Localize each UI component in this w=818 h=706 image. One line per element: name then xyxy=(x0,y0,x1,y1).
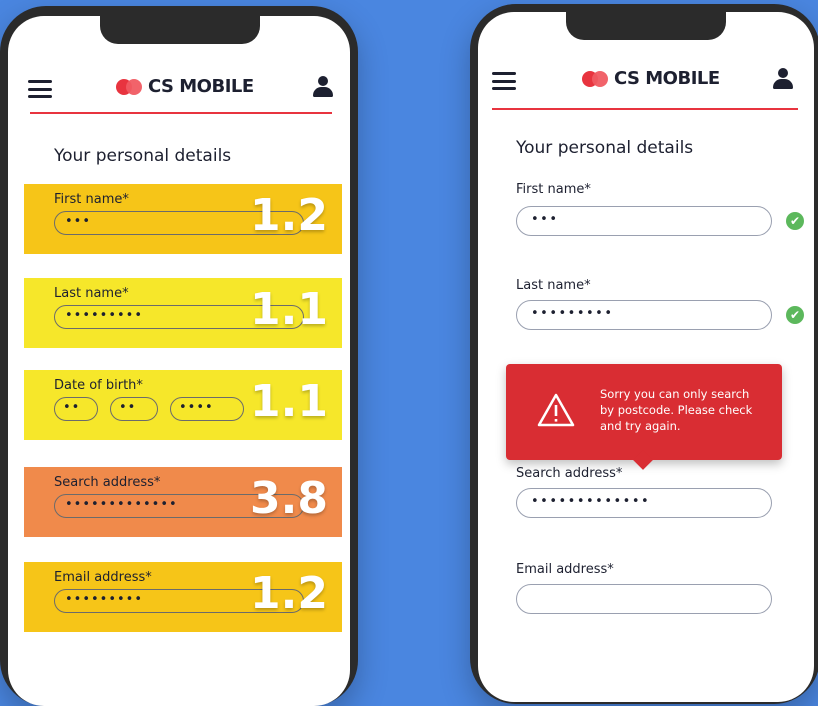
dob-month-input[interactable]: •• xyxy=(110,397,158,421)
header-divider xyxy=(492,108,798,110)
field-band-search-address: Search address* ••••••••••••• 3.8 xyxy=(24,467,342,537)
right-screen: CS MOBILE Your personal details First na… xyxy=(478,12,814,702)
field-label: Date of birth* xyxy=(54,378,143,393)
field-band-last-name: Last name* ••••••••• 1.1 xyxy=(24,278,342,348)
brand-mark-icon xyxy=(116,78,142,95)
field-band-date-of-birth: Date of birth* •• •• •••• 1.1 xyxy=(24,370,342,440)
notch xyxy=(100,16,260,44)
field-band-email-address: Email address* ••••••••• 1.2 xyxy=(24,562,342,632)
section-title: Your personal details xyxy=(516,138,694,158)
score-value: 1.1 xyxy=(250,284,328,335)
header-divider xyxy=(30,112,332,114)
email-address-input[interactable] xyxy=(516,584,772,614)
brand-name: CS MOBILE xyxy=(148,76,254,97)
error-line-3: and try again. xyxy=(600,419,681,433)
valid-check-icon: ✔ xyxy=(786,212,804,230)
first-name-input[interactable]: ••• xyxy=(516,206,772,236)
last-name-input[interactable]: ••••••••• xyxy=(516,300,772,330)
brand-mark-icon xyxy=(582,70,608,87)
first-name-label: First name* xyxy=(516,182,591,197)
score-value: 1.2 xyxy=(250,190,328,241)
app-header: CS MOBILE xyxy=(8,66,350,116)
left-screen: CS MOBILE Your personal details First na… xyxy=(8,16,350,706)
error-line-2: by postcode. Please check xyxy=(600,403,753,417)
score-value: 1.1 xyxy=(250,376,328,427)
brand-logo[interactable]: CS MOBILE xyxy=(582,68,720,89)
right-phone: CS MOBILE Your personal details First na… xyxy=(470,4,818,704)
email-address-label: Email address* xyxy=(516,562,614,577)
user-icon[interactable] xyxy=(312,76,334,98)
brand-name: CS MOBILE xyxy=(614,68,720,89)
field-band-first-name: First name* ••• 1.2 xyxy=(24,184,342,254)
last-name-label: Last name* xyxy=(516,278,591,293)
dob-year-input[interactable]: •••• xyxy=(170,397,244,421)
menu-icon[interactable] xyxy=(492,72,516,90)
field-label: Email address* xyxy=(54,570,152,585)
dob-day-input[interactable]: •• xyxy=(54,397,98,421)
warning-icon xyxy=(537,393,575,427)
error-line-1: Sorry you can only search xyxy=(600,387,750,401)
search-address-label: Search address* xyxy=(516,466,623,481)
user-icon[interactable] xyxy=(772,68,794,90)
error-message: Sorry you can only search by postcode. P… xyxy=(600,386,752,434)
left-phone: CS MOBILE Your personal details First na… xyxy=(0,6,358,706)
brand-logo[interactable]: CS MOBILE xyxy=(116,76,254,97)
score-value: 3.8 xyxy=(250,473,328,524)
menu-icon[interactable] xyxy=(28,80,52,98)
error-tooltip: Sorry you can only search by postcode. P… xyxy=(506,364,782,470)
search-address-input[interactable]: ••••••••••••• xyxy=(516,488,772,518)
app-header: CS MOBILE xyxy=(478,58,814,108)
score-value: 1.2 xyxy=(250,568,328,619)
valid-check-icon: ✔ xyxy=(786,306,804,324)
notch xyxy=(566,12,726,40)
field-label: First name* xyxy=(54,192,129,207)
tooltip-arrow xyxy=(633,450,653,470)
field-label: Search address* xyxy=(54,475,161,490)
section-title: Your personal details xyxy=(54,146,232,166)
field-label: Last name* xyxy=(54,286,129,301)
